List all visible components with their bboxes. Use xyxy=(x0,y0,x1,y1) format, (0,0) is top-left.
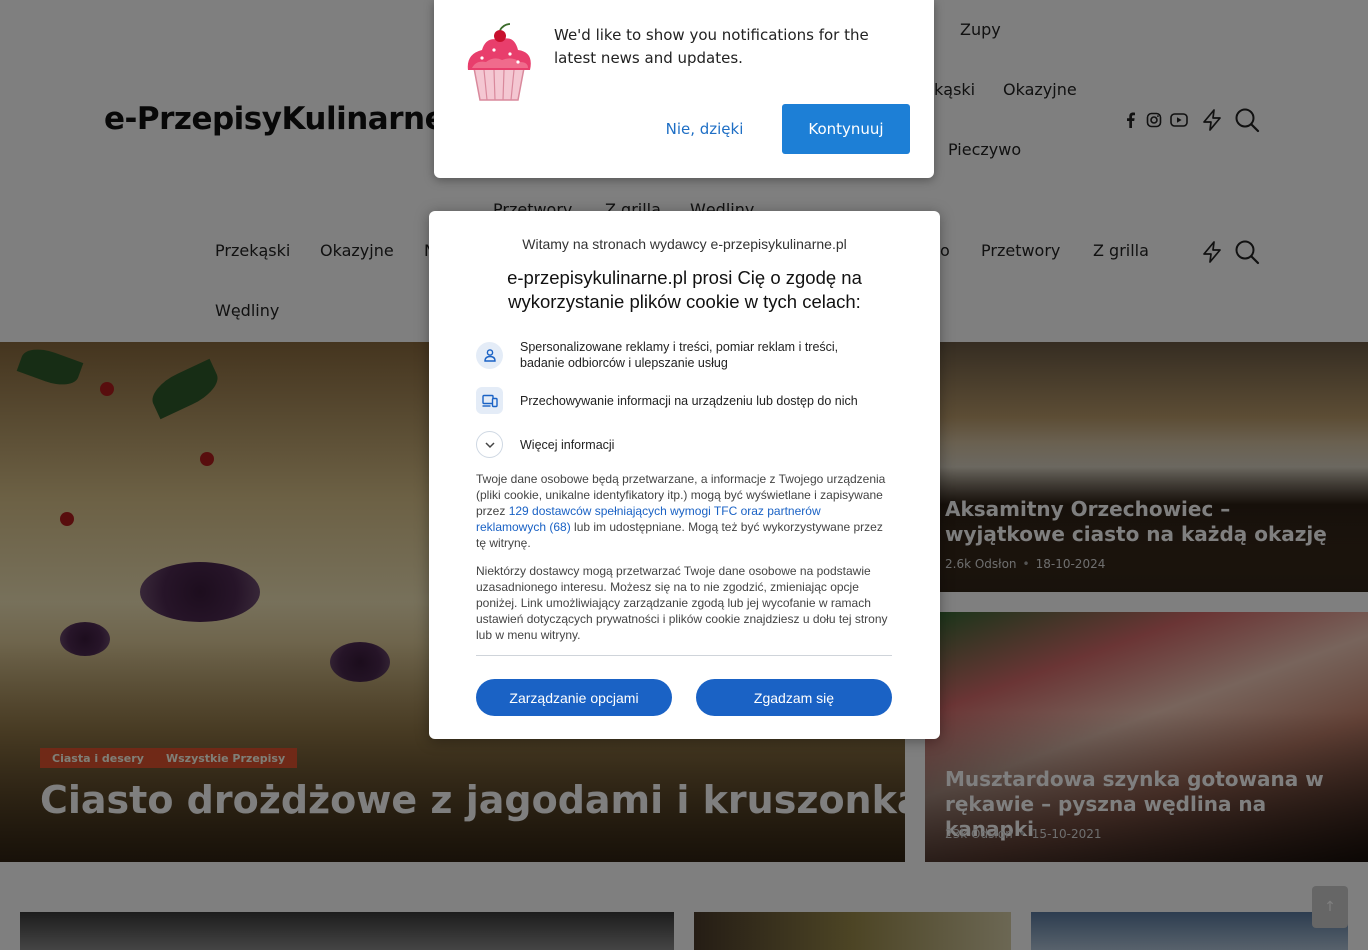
consent-paragraph-vendors: Twoje dane osobowe będą przetwarzane, a … xyxy=(476,471,892,551)
notification-prompt: We'd like to show you notifications for … xyxy=(434,0,934,178)
cookie-consent-dialog: Witamy na stronach wydawcy e-przepisykul… xyxy=(429,211,940,739)
consent-agree-button[interactable]: Zgadzam się xyxy=(696,679,892,716)
notification-accept-button[interactable]: Kontynuuj xyxy=(782,104,910,154)
consent-manage-button[interactable]: Zarządzanie opcjami xyxy=(476,679,672,716)
consent-more-info-label[interactable]: Więcej informacji xyxy=(520,437,880,453)
consent-divider xyxy=(476,655,892,656)
consent-heading: e-przepisykulinarne.pl prosi Cię o zgodę… xyxy=(507,267,862,312)
consent-purpose-storage: Przechowywanie informacji na urządzeniu … xyxy=(476,387,880,414)
person-icon xyxy=(476,341,503,369)
chevron-down-icon[interactable] xyxy=(476,431,503,458)
devices-icon xyxy=(476,387,503,414)
notification-decline-button[interactable]: Nie, dzięki xyxy=(642,104,767,154)
consent-more-info-toggle[interactable]: Więcej informacji xyxy=(476,431,880,458)
consent-purpose-label: Spersonalizowane reklamy i treści, pomia… xyxy=(520,340,839,370)
consent-welcome: Witamy na stronach wydawcy e-przepisykul… xyxy=(522,236,847,252)
consent-purpose-label: Przechowywanie informacji na urządzeniu … xyxy=(520,393,858,408)
notification-message: We'd like to show you notifications for … xyxy=(554,26,869,67)
cupcake-icon xyxy=(456,20,542,106)
consent-paragraph-legitimate-interest: Niektórzy dostawcy mogą przetwarzać Twoj… xyxy=(476,564,888,642)
consent-purpose-ads: Spersonalizowane reklamy i treści, pomia… xyxy=(476,339,880,371)
